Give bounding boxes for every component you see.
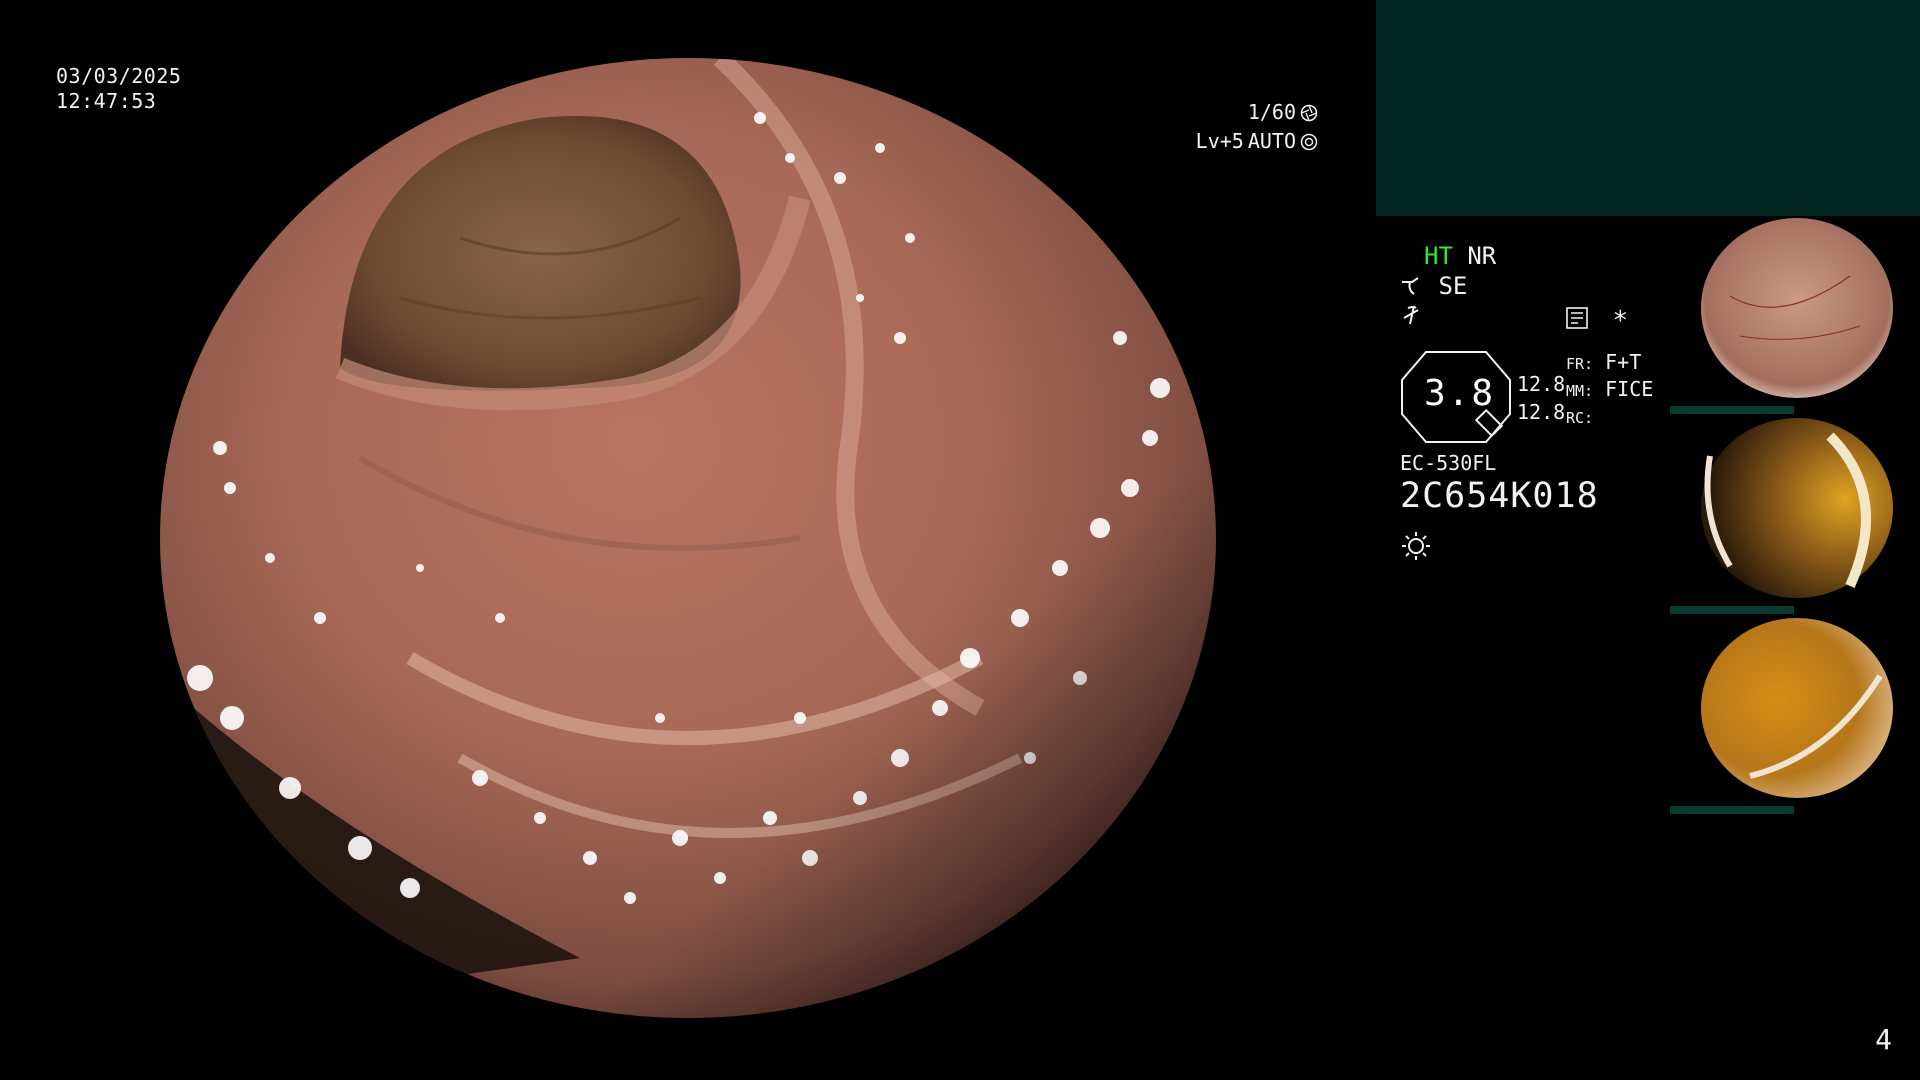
fr-value: F+T xyxy=(1605,350,1642,374)
thumbnail-image xyxy=(1701,418,1893,598)
page-number: 4 xyxy=(1875,1023,1892,1056)
zoom-b: 12.8 xyxy=(1517,400,1566,424)
thumbnail-bar xyxy=(1670,606,1794,614)
nr-label: NR xyxy=(1467,242,1497,270)
fr-row: FR: F+T xyxy=(1566,350,1653,377)
flash-icon xyxy=(1403,305,1419,325)
flash-row xyxy=(1400,304,1424,332)
mm-row: MM: FICE xyxy=(1566,377,1653,404)
thumbnail-1[interactable] xyxy=(1670,216,1920,414)
ht-nr-row: HT NR xyxy=(1424,242,1496,270)
exposure-level-text: Lv+5 xyxy=(1195,129,1244,153)
rc-label: RC: xyxy=(1566,409,1594,427)
exposure-row: Lv+5 AUTO xyxy=(1196,127,1318,156)
sun-icon xyxy=(1402,532,1430,560)
histogram-icon xyxy=(1566,307,1588,329)
thumbnail-3[interactable] xyxy=(1670,616,1920,814)
serial-text: 2C654K018 xyxy=(1400,476,1599,516)
mm-label: MM: xyxy=(1566,382,1594,400)
scope-tip-icon xyxy=(1474,408,1504,438)
thumbnail-strip xyxy=(1670,216,1920,816)
endoscope-view xyxy=(160,58,1216,1018)
time-text: 12:47:53 xyxy=(56,89,157,113)
shutter-row: 1/60 xyxy=(1196,98,1318,127)
date-text: 03/03/2025 xyxy=(56,64,182,88)
exposure-indicators: 1/60 Lv+5 AUTO xyxy=(1196,98,1318,156)
auto-gear-icon xyxy=(1300,133,1318,150)
datetime-overlay: 03/03/2025 12:47:53 xyxy=(56,64,181,114)
zoom-values: 12.8 12.8 xyxy=(1517,370,1565,426)
asterisk-mark: * xyxy=(1612,306,1629,336)
zoom-a: 12.8 xyxy=(1517,372,1566,396)
thumbnail-image xyxy=(1701,218,1893,398)
exposure-mode-text: AUTO xyxy=(1247,129,1296,153)
model-text: EC-530FL xyxy=(1400,451,1497,475)
gauge-value: 3.8 xyxy=(1424,373,1496,414)
thumbnail-2[interactable] xyxy=(1670,416,1920,614)
endoscope-image xyxy=(160,58,1216,1018)
rc-row: RC: xyxy=(1566,404,1653,431)
aperture-icon xyxy=(1300,104,1318,121)
histogram-row: * xyxy=(1566,306,1628,336)
thumbnail-bar xyxy=(1670,406,1794,414)
fr-label: FR: xyxy=(1566,355,1594,373)
mode-column: FR: F+T MM: FICE RC: xyxy=(1566,350,1653,431)
se-row: SE xyxy=(1400,272,1467,300)
se-label: SE xyxy=(1438,272,1468,300)
thumbnail-bar xyxy=(1670,806,1794,814)
thumbnail-image xyxy=(1701,618,1893,798)
pump-icon xyxy=(1402,277,1419,295)
ht-label: HT xyxy=(1424,242,1453,270)
mm-value: FICE xyxy=(1605,377,1654,401)
shutter-text: 1/60 xyxy=(1247,100,1296,124)
top-right-panel xyxy=(1376,0,1920,216)
